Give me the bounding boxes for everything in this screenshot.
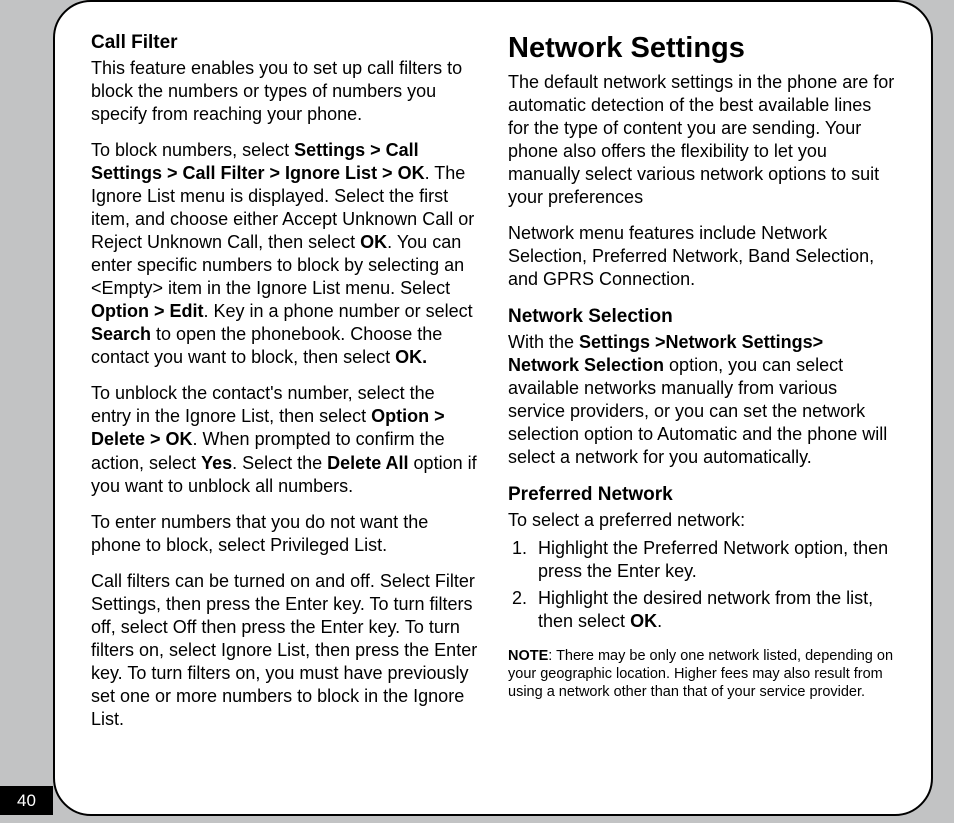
preferred-network-heading: Preferred Network [508,484,895,506]
call-filter-privileged-list: To enter numbers that you do not want th… [91,511,478,557]
page-content-box: Call Filter This feature enables you to … [53,0,933,816]
network-settings-features: Network menu features include Network Se… [508,222,895,291]
preferred-network-steps: 1. Highlight the Preferred Network optio… [508,537,895,637]
list-item: 1. Highlight the Preferred Network optio… [538,537,895,583]
call-filter-block-instructions: To block numbers, select Settings > Call… [91,139,478,369]
call-filter-on-off: Call filters can be turned on and off. S… [91,570,478,731]
call-filter-unblock-instructions: To unblock the contact's number, select … [91,382,478,497]
list-item: 2. Highlight the desired network from th… [538,587,895,633]
network-settings-heading: Network Settings [508,32,895,65]
network-selection-heading: Network Selection [508,306,895,328]
network-settings-intro: The default network settings in the phon… [508,71,895,209]
preferred-network-note: NOTE: There may be only one network list… [508,647,895,701]
page-number-tab: 40 [0,786,53,815]
left-column: Call Filter This feature enables you to … [91,32,482,784]
call-filter-intro: This feature enables you to set up call … [91,57,478,126]
page-number: 40 [17,791,36,811]
network-selection-body: With the Settings >Network Settings> Net… [508,331,895,469]
call-filter-heading: Call Filter [91,32,478,54]
right-column: Network Settings The default network set… [504,32,895,784]
preferred-network-intro: To select a preferred network: [508,509,895,532]
